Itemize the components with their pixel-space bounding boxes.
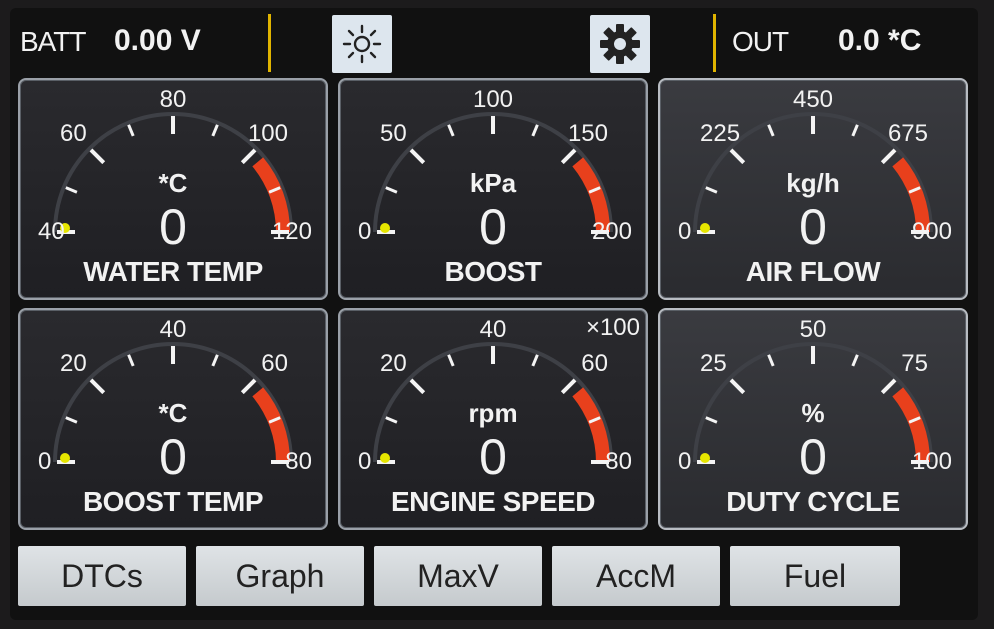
- gauge-value: 0: [159, 429, 187, 485]
- dtcs-button[interactable]: DTCs: [18, 546, 186, 606]
- top-bar: BATT 0.00 V OUT 0.0 *C: [10, 8, 978, 74]
- gauge-scale-label: 80: [159, 86, 187, 113]
- gauge-scale-label: 40: [159, 316, 187, 343]
- gauge-scale-label: 25: [700, 350, 727, 377]
- gauge-scale-label: 60: [261, 350, 288, 377]
- gauge-tick: [767, 354, 775, 367]
- gauge-tick: [409, 148, 426, 165]
- gauge-engine-speed: 0 20 40 60 80 ×100 rpm 0 ENGINE SPEED: [338, 308, 648, 530]
- gauge-tick: [531, 354, 539, 367]
- gauge-title: BOOST TEMP: [82, 486, 264, 517]
- gauge-unit: rpm: [468, 398, 518, 428]
- gauge-scale-label: 100: [247, 120, 288, 147]
- gauge-scale-label: 675: [887, 120, 928, 147]
- gauge-scale-label: 150: [567, 120, 608, 147]
- gauge-tick: [531, 124, 539, 137]
- gauge-tick: [880, 378, 897, 395]
- gauge-scale-label: 50: [799, 316, 827, 343]
- gauge-scale-label: 100: [472, 86, 514, 113]
- gauge-value: 0: [479, 429, 507, 485]
- gauge-title: DUTY CYCLE: [726, 486, 900, 517]
- gauge-air-flow: 0 225 450 675 900 kg/h 0 AIR FLOW: [658, 78, 968, 300]
- outside-temp-label: OUT: [732, 26, 789, 57]
- outside-temp-value: 0.0 *C: [838, 24, 922, 57]
- gauge-title: ENGINE SPEED: [390, 486, 596, 517]
- gauge-scale-label: 60: [60, 120, 87, 147]
- gauge-scale-label: 75: [901, 350, 928, 377]
- accm-button[interactable]: AccM: [552, 546, 720, 606]
- gauge-duty-cycle: 0 25 50 75 100% 0 DUTY CYCLE: [658, 308, 968, 530]
- gauge-tick: [447, 354, 455, 367]
- gauge-scale-label: 20: [60, 350, 87, 377]
- gauge-title: BOOST: [444, 256, 542, 287]
- gauge-title: WATER TEMP: [83, 256, 263, 287]
- gauge-scale-label: 20: [380, 350, 407, 377]
- gauge-value: 0: [799, 199, 827, 255]
- gauge-scale-label: 50: [380, 120, 407, 147]
- gauge-tick: [127, 124, 135, 137]
- gauge-tick: [89, 148, 106, 165]
- gauge-boost: 0 50 100 150 200 kPa 0 BOOST: [338, 78, 648, 300]
- gauge-tick: [240, 378, 257, 395]
- gear-icon: [600, 24, 640, 64]
- gauge-tick: [409, 378, 426, 395]
- sun-icon: [342, 24, 382, 64]
- gauge-tick: [767, 124, 775, 137]
- gauge-value: 0: [799, 429, 827, 485]
- gauge-unit: kPa: [469, 168, 517, 198]
- gauge-tick: [729, 378, 746, 395]
- maxv-button[interactable]: MaxV: [374, 546, 542, 606]
- gauge-tick: [211, 354, 219, 367]
- gauge-unit: *C: [158, 398, 188, 428]
- separator-right: [713, 14, 716, 72]
- battery-value: 0.00 V: [114, 24, 201, 57]
- gauge-tick: [89, 378, 106, 395]
- gauge-tick: [560, 378, 577, 395]
- graph-button[interactable]: Graph: [196, 546, 364, 606]
- gauge-tick: [560, 148, 577, 165]
- gauge-unit: kg/h: [786, 168, 840, 198]
- gauge-tick: [880, 148, 897, 165]
- settings-button[interactable]: [590, 15, 650, 73]
- gauge-tick: [127, 354, 135, 367]
- gauge-tick: [447, 124, 455, 137]
- gauge-scale-label: 60: [581, 350, 608, 377]
- gauge-value: 0: [479, 199, 507, 255]
- gauge-water-temp: 40 60 80 100 120 *C 0 WATER TEMP: [18, 78, 328, 300]
- separator-left: [268, 14, 271, 72]
- gauge-boost-temp: 0 20 40 60 80 *C 0 BOOST TEMP: [18, 308, 328, 530]
- gauge-unit: *C: [158, 168, 188, 198]
- gauge-unit: %: [801, 398, 825, 428]
- dashboard-screen: BATT 0.00 V OUT 0.0 *C 40 60 80 100 120 …: [10, 8, 978, 620]
- gauge-scale-label: 450: [792, 86, 834, 113]
- gauge-title: AIR FLOW: [745, 256, 881, 287]
- gauge-multiplier: ×100: [585, 314, 640, 341]
- battery-label: BATT: [20, 26, 86, 57]
- fuel-button[interactable]: Fuel: [730, 546, 900, 606]
- gauge-tick: [851, 354, 859, 367]
- gauge-tick: [211, 124, 219, 137]
- gauge-scale-label: 225: [700, 120, 741, 147]
- gauge-tick: [851, 124, 859, 137]
- gauge-tick: [240, 148, 257, 165]
- gauge-tick: [729, 148, 746, 165]
- brightness-button[interactable]: [332, 15, 392, 73]
- gauge-value: 0: [159, 199, 187, 255]
